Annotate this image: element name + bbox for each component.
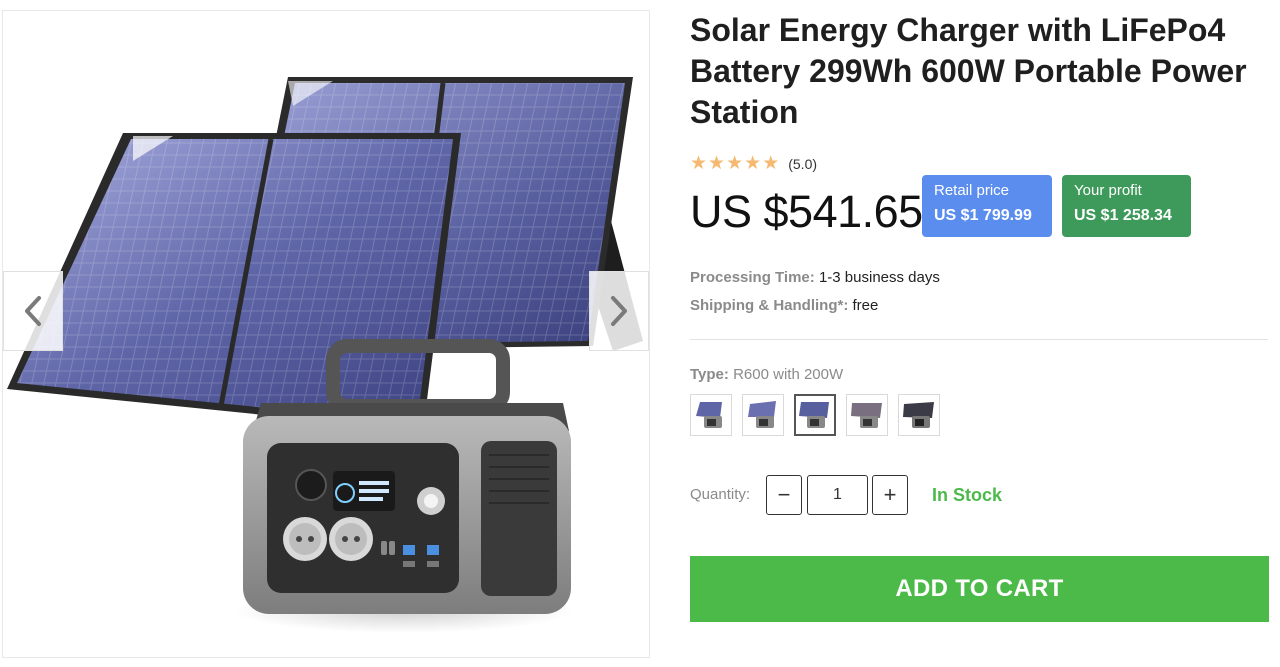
quantity-increase-button[interactable]: +: [872, 475, 908, 515]
shipping-value: free: [852, 297, 879, 314]
product-image: [7, 77, 643, 633]
star-icon: ★: [708, 153, 726, 174]
variant-option-3[interactable]: [794, 394, 836, 436]
star-icon: ★: [744, 153, 762, 174]
retail-price-label: Retail price: [934, 182, 1010, 199]
type-label: Type:: [690, 366, 729, 383]
chevron-left-icon: [25, 296, 41, 326]
chevron-right-icon: [611, 296, 627, 326]
variant-option-4[interactable]: [846, 394, 888, 436]
profit-label: Your profit: [1074, 182, 1142, 199]
shipping-handling: Shipping & Handling*: free: [690, 297, 878, 314]
processing-time-value: 1-3 business days: [818, 269, 940, 286]
profit-badge: Your profit US $1 258.34: [1062, 175, 1191, 237]
rating-stars: ★ ★ ★ ★ ★: [690, 154, 779, 174]
add-to-cart-button[interactable]: ADD TO CART: [690, 556, 1269, 622]
variant-thumbnail: [696, 402, 722, 428]
divider: [690, 339, 1268, 340]
processing-time-label: Processing Time:: [690, 269, 815, 286]
variant-thumbnail: [799, 402, 829, 428]
product-title: Solar Energy Charger with LiFePo4 Batter…: [690, 12, 1247, 130]
star-icon: ★: [762, 153, 780, 174]
gallery-prev-button[interactable]: [3, 271, 63, 351]
star-icon: ★: [726, 153, 744, 174]
retail-price-badge: Retail price US $1 799.99: [922, 175, 1052, 237]
gallery-next-button[interactable]: [589, 271, 649, 351]
stock-status: In Stock: [932, 485, 1003, 505]
variant-option-1[interactable]: [690, 394, 732, 436]
rating[interactable]: ★ ★ ★ ★ ★ (5.0): [690, 154, 817, 174]
star-icon: ★: [690, 153, 708, 174]
processing-time: Processing Time: 1-3 business days: [690, 269, 940, 286]
variant-thumbnail: [851, 403, 882, 428]
variant-thumbnail: [903, 402, 934, 428]
retail-price-value: US $1 799.99: [934, 207, 1032, 224]
quantity-label: Quantity:: [690, 486, 751, 503]
product-gallery: [2, 10, 650, 658]
type-value: R600 with 200W: [733, 366, 844, 383]
variant-option-5[interactable]: [898, 394, 940, 436]
quantity-decrease-button[interactable]: −: [766, 475, 802, 515]
variant-thumbnail: [748, 401, 776, 428]
profit-value: US $1 258.34: [1074, 207, 1172, 224]
shipping-label: Shipping & Handling*:: [690, 297, 849, 314]
variant-option-2[interactable]: [742, 394, 784, 436]
quantity-input[interactable]: [807, 475, 868, 515]
variant-options: [690, 394, 940, 436]
product-price: US $541.65: [690, 186, 923, 237]
rating-value: (5.0): [788, 156, 818, 172]
type-selector-label: Type: R600 with 200W: [690, 366, 843, 383]
